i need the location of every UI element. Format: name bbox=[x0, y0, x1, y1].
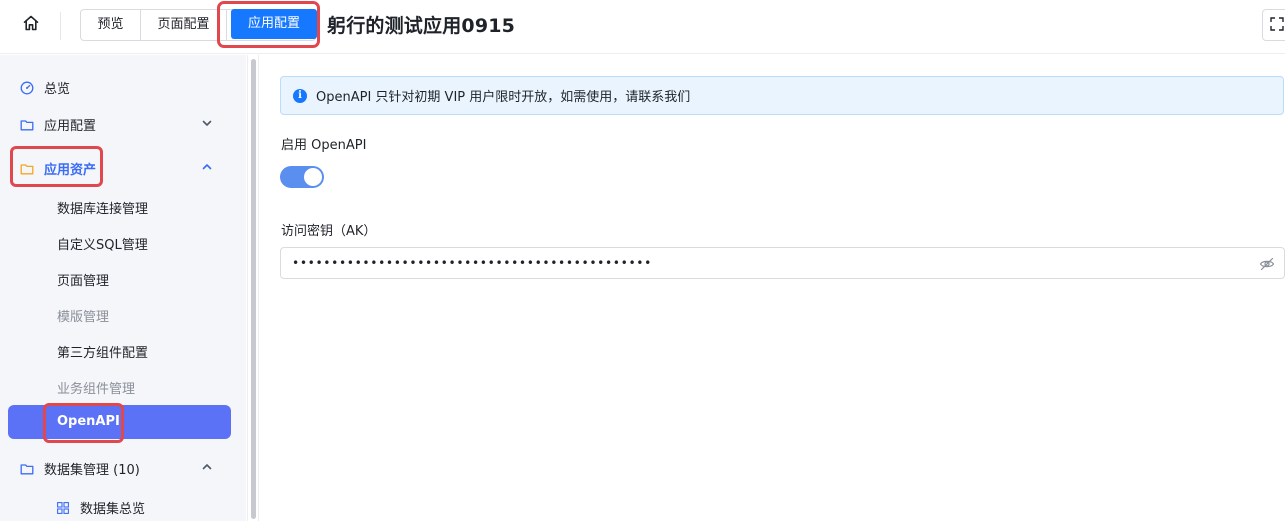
sidebar-item-db-connections[interactable]: 数据库连接管理 bbox=[57, 198, 148, 217]
fullscreen-icon bbox=[1270, 16, 1284, 35]
sidebar-item-label: 数据集管理 (10) bbox=[44, 463, 140, 478]
sidebar-item-label: 应用配置 bbox=[44, 119, 97, 134]
tab-page-config[interactable]: 页面配置 bbox=[141, 10, 227, 40]
sidebar-item-openapi-label: OpenAPI bbox=[57, 414, 120, 429]
chevron-up-icon[interactable] bbox=[200, 460, 214, 474]
access-key-value: ••••••••••••••••••••••••••••••••••••••••… bbox=[292, 256, 652, 270]
folder-icon bbox=[20, 462, 34, 476]
sidebar-item-overview[interactable]: 总览 bbox=[20, 78, 70, 97]
tab-app-config[interactable]: 应用配置 bbox=[227, 9, 317, 40]
sidebar-item-third-party[interactable]: 第三方组件配置 bbox=[57, 342, 148, 361]
sidebar-item-app-config[interactable]: 应用配置 bbox=[20, 115, 96, 134]
sidebar-item-custom-sql[interactable]: 自定义SQL管理 bbox=[57, 234, 148, 253]
alert-text: OpenAPI 只针对初期 VIP 用户限时开放，如需使用，请联系我们 bbox=[316, 90, 691, 105]
folder-icon bbox=[20, 162, 34, 176]
toggle-knob bbox=[304, 168, 322, 186]
tab-app-config-label: 应用配置 bbox=[231, 9, 317, 39]
sidebar-item-label: 应用资产 bbox=[44, 163, 97, 178]
dashboard-icon bbox=[20, 81, 34, 95]
eye-off-icon[interactable] bbox=[1259, 256, 1275, 271]
sidebar-item-app-assets[interactable]: 应用资产 bbox=[20, 159, 96, 178]
access-key-label: 访问密钥（AK） bbox=[281, 224, 377, 239]
folder-icon bbox=[20, 118, 34, 132]
sidebar-item-dataset-mgmt[interactable]: 数据集管理 (10) bbox=[20, 459, 140, 478]
home-button[interactable] bbox=[10, 8, 52, 42]
info-icon: i bbox=[293, 88, 307, 103]
sidebar-item-label: 总览 bbox=[44, 82, 71, 97]
top-header: 预览 页面配置 应用配置 躬行的测试应用0915 bbox=[0, 0, 1285, 54]
mode-tabs: 预览 页面配置 应用配置 bbox=[80, 9, 317, 41]
sidebar-scrollbar[interactable] bbox=[247, 55, 259, 521]
chevron-down-icon[interactable] bbox=[200, 116, 214, 130]
access-key-field[interactable]: ••••••••••••••••••••••••••••••••••••••••… bbox=[280, 247, 1285, 279]
fullscreen-button[interactable] bbox=[1262, 9, 1285, 41]
sidebar-item-dataset-overview[interactable]: 数据集总览 bbox=[80, 498, 145, 517]
info-alert: i OpenAPI 只针对初期 VIP 用户限时开放，如需使用，请联系我们 bbox=[280, 76, 1284, 115]
home-icon bbox=[22, 14, 40, 36]
enable-openapi-toggle[interactable] bbox=[280, 166, 324, 188]
sidebar-item-page-mgmt[interactable]: 页面管理 bbox=[57, 270, 109, 289]
app-title: 躬行的测试应用0915 bbox=[327, 15, 516, 37]
sidebar-item-biz-components[interactable]: 业务组件管理 bbox=[57, 378, 135, 397]
grid-icon bbox=[57, 499, 69, 514]
tab-preview[interactable]: 预览 bbox=[81, 10, 141, 40]
enable-openapi-label: 启用 OpenAPI bbox=[281, 138, 367, 153]
header-divider bbox=[60, 12, 61, 40]
sidebar-item-template-mgmt[interactable]: 模版管理 bbox=[57, 306, 109, 325]
scrollbar-thumb[interactable] bbox=[251, 59, 256, 519]
chevron-up-icon[interactable] bbox=[200, 160, 214, 174]
